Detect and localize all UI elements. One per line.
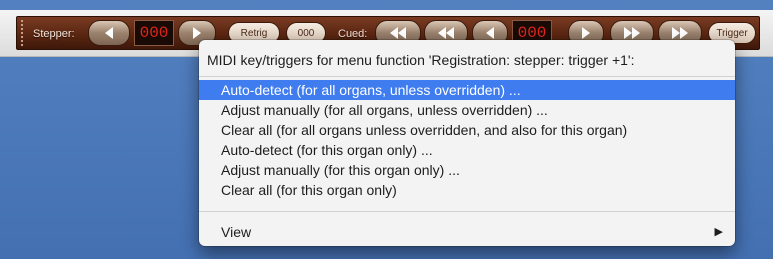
menu-item-view[interactable]: View ▶ xyxy=(199,222,735,242)
triangle-left-icon xyxy=(485,27,495,39)
double-triangle-left-icon xyxy=(390,27,406,39)
menu-item-adjust-manually-organ[interactable]: Adjust manually (for this organ only) ..… xyxy=(199,160,735,180)
menu-header: MIDI key/triggers for menu function 'Reg… xyxy=(207,52,635,68)
stepper-prev-button[interactable] xyxy=(88,20,130,46)
triangle-left-icon xyxy=(104,27,114,39)
double-triangle-right-icon xyxy=(624,27,640,39)
menu-separator xyxy=(199,211,735,212)
stepper-counter: 000 xyxy=(134,20,174,46)
menu-item-clear-all-organ[interactable]: Clear all (for this organ only) xyxy=(199,180,735,200)
menu-item-auto-detect-all[interactable]: Auto-detect (for all organs, unless over… xyxy=(199,80,735,100)
double-triangle-left-icon xyxy=(438,27,454,39)
triangle-right-icon xyxy=(581,27,591,39)
triangle-right-icon xyxy=(192,27,202,39)
menu-item-view-label: View xyxy=(221,224,252,240)
menu-item-adjust-manually-all[interactable]: Adjust manually (for all organs, unless … xyxy=(199,100,735,120)
stepper-label: Stepper: xyxy=(33,28,75,40)
menu-separator xyxy=(199,76,735,77)
menu-item-clear-all-global[interactable]: Clear all (for all organs unless overrid… xyxy=(199,120,735,140)
drag-handle[interactable] xyxy=(20,19,24,47)
menu-item-auto-detect-organ[interactable]: Auto-detect (for this organ only) ... xyxy=(199,140,735,160)
context-menu: MIDI key/triggers for menu function 'Reg… xyxy=(199,40,735,246)
cued-label: Cued: xyxy=(338,28,368,40)
triangle-right-icon: ▶ xyxy=(714,226,723,238)
double-triangle-right-icon xyxy=(672,27,688,39)
